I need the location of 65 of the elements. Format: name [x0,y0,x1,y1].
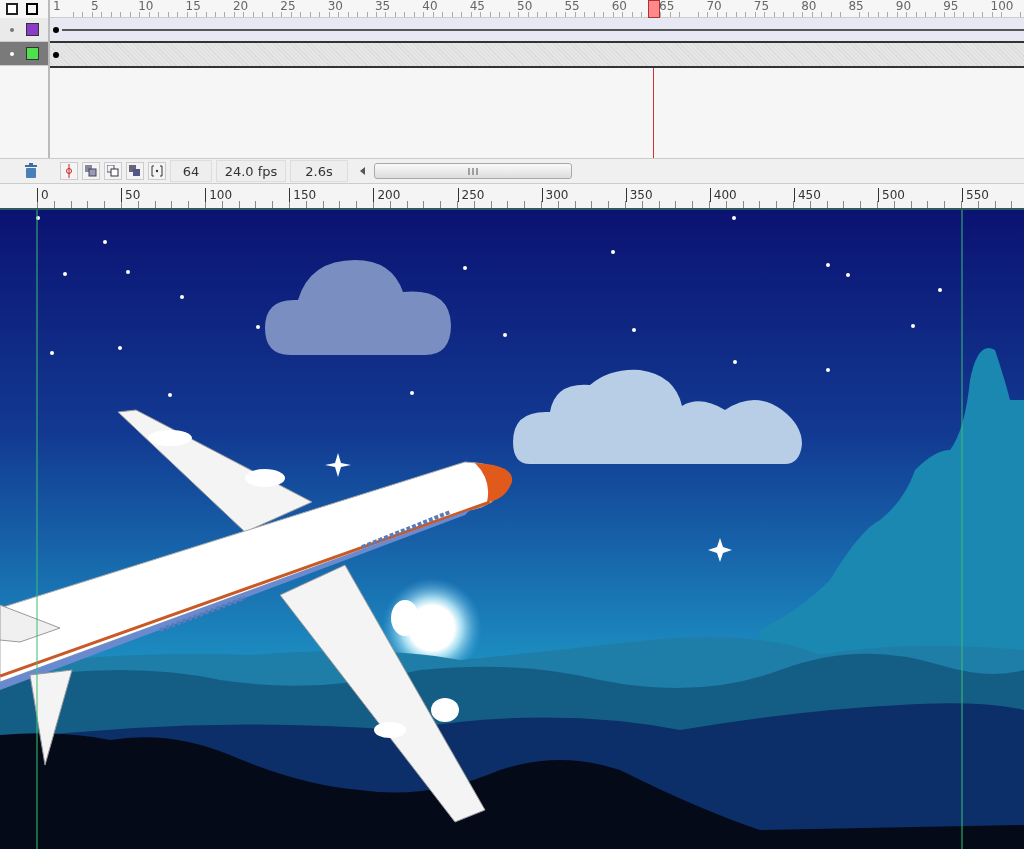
frame-number: 65 [659,0,675,13]
layer-color-swatch[interactable] [26,47,39,60]
frame-number: 50 [517,0,533,13]
frame-number: 35 [374,0,391,13]
frame-number: 10 [138,0,154,13]
layer-color-swatch[interactable] [26,23,39,36]
ruler-number: 500 [878,188,905,202]
frame-ruler[interactable]: 1 5 10 15 20 25 30 35 40 45 50 55 60 65 70 75 80 85 90 95 100 [50,0,1024,18]
frame-rate: 24.0 fps [216,160,286,182]
ruler-number: 200 [373,188,401,202]
frame-number: 85 [848,0,864,13]
layered-squares-icon [85,165,97,177]
ruler-number: 50 [121,188,141,202]
keyframe-icon [53,52,59,58]
frame-number: 55 [564,0,580,13]
layered-squares-icon [129,165,141,177]
frame-number: 100 [990,0,1014,13]
frame-number: 5 [90,0,99,13]
layer-row[interactable] [0,42,48,66]
onion-marker-button[interactable] [60,162,78,180]
keyframe-icon [53,27,59,33]
frame-number: 40 [422,0,438,13]
frame-number: 90 [895,0,912,13]
frame-number: 60 [611,0,627,13]
scrollbar-thumb[interactable] [374,163,572,179]
ruler-number: 300 [541,188,569,202]
grip-icon [468,167,478,175]
ruler-number: 450 [793,188,821,202]
frame-number: 95 [943,0,959,13]
frame-track[interactable] [50,43,1024,68]
frame-number: 1 [53,0,61,13]
edit-frames-button[interactable] [126,162,144,180]
marker-icon [64,164,74,178]
frame-range-button[interactable] [148,162,166,180]
trash-icon[interactable] [24,163,38,179]
frame-number: 75 [753,0,770,13]
outlined-squares-icon [107,165,119,177]
frame-number: 45 [469,0,485,13]
outline-icon[interactable] [6,3,18,15]
ruler-number: 400 [709,188,737,202]
bullet-icon [10,27,14,32]
layer-row[interactable] [0,18,48,42]
elapsed-time: 2.6s [290,160,348,182]
bracket-icon [151,165,163,177]
ruler-number: 350 [625,188,653,202]
ruler-number: 250 [457,188,485,202]
guide-line[interactable] [36,210,38,849]
frame-number: 25 [280,0,296,13]
ruler-number: 550 [962,188,989,202]
ruler-number: 150 [289,188,317,202]
frame-number: 80 [801,0,817,13]
outline-icon[interactable] [26,3,38,15]
onion-outline-button[interactable] [104,162,122,180]
bullet-icon [10,51,14,56]
frame-number: 20 [232,0,249,13]
current-frame: 64 [170,160,212,182]
onion-skin-button[interactable] [82,162,100,180]
frame-number: 15 [185,0,201,13]
playhead[interactable] [647,0,660,18]
frame-track[interactable] [50,18,1024,43]
ruler-number: 100 [205,188,233,202]
ruler-number: 0 [37,188,49,202]
frame-number: 30 [327,0,343,13]
scroll-left-icon[interactable] [360,167,366,175]
frame-number: 70 [706,0,722,13]
